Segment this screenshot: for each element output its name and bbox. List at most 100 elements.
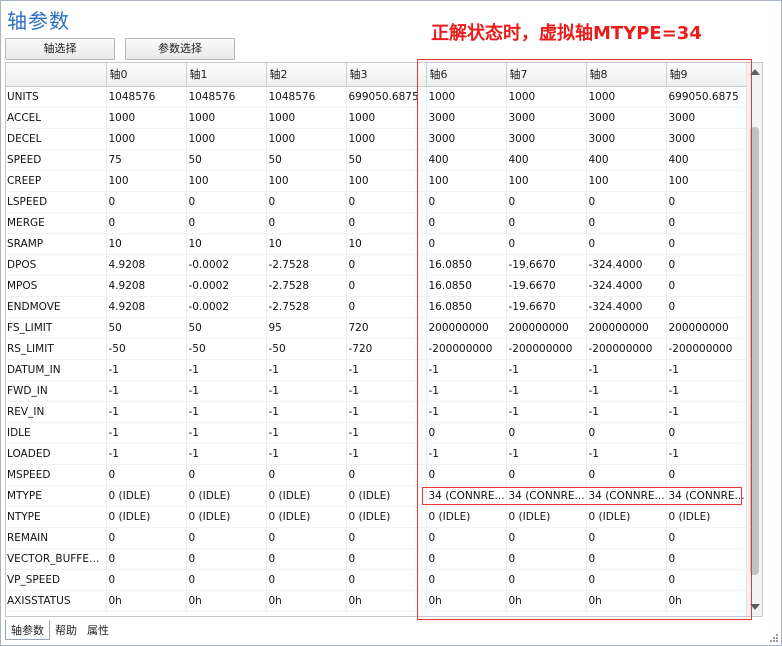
parameter-value-cell[interactable]: 0	[426, 569, 507, 591]
parameter-value-cell[interactable]: -1	[666, 443, 747, 465]
parameter-value-cell[interactable]: 0	[266, 569, 347, 591]
table-row[interactable]: NTYPE 0 (IDLE) 0 (IDLE) 0 (IDLE) 0 (IDLE) 0 (…	[6, 506, 747, 528]
tab-axis-params[interactable]: 轴参数	[5, 620, 50, 640]
parameter-value-cell[interactable]: -0.0002	[186, 254, 267, 276]
parameter-value-cell[interactable]: -19.6670	[506, 275, 587, 297]
parameter-value-cell[interactable]: -720	[346, 338, 427, 360]
parameter-value-cell[interactable]: -1	[266, 401, 347, 423]
parameter-value-cell[interactable]: -1	[186, 401, 267, 423]
parameter-value-cell[interactable]: 0	[506, 422, 587, 444]
parameter-value-cell[interactable]: -1	[186, 359, 267, 381]
parameter-value-cell[interactable]: 0	[586, 233, 667, 255]
parameter-value-cell[interactable]: 0 (IDLE)	[346, 506, 427, 528]
parameter-value-cell[interactable]: 100	[506, 170, 587, 192]
parameter-value-cell[interactable]: 0	[506, 233, 587, 255]
parameter-value-cell[interactable]: 0	[586, 464, 667, 486]
parameter-value-cell[interactable]: 0	[106, 527, 187, 549]
parameter-value-cell[interactable]: 0	[106, 464, 187, 486]
parameter-value-cell[interactable]: 0	[506, 212, 587, 234]
vertical-scrollbar[interactable]	[746, 63, 762, 616]
parameter-value-cell[interactable]: 0	[586, 527, 667, 549]
parameter-value-cell[interactable]: 0	[586, 422, 667, 444]
parameter-value-cell[interactable]: 3000	[506, 128, 587, 150]
parameter-value-cell[interactable]: 0	[506, 527, 587, 549]
parameter-value-cell[interactable]: -1	[346, 443, 427, 465]
parameter-value-cell[interactable]: -324.4000	[586, 275, 667, 297]
parameter-value-cell[interactable]: 0	[586, 191, 667, 213]
table-row[interactable]: MPOS 4.9208 -0.0002 -2.7528 0 16.0850 -19.6670…	[6, 275, 747, 297]
parameter-value-cell[interactable]: -1	[106, 380, 187, 402]
table-row[interactable]: ACCEL 1000 1000 1000 1000 3000 3000 3000 3000	[6, 107, 747, 129]
parameter-value-cell[interactable]: 0	[426, 464, 507, 486]
parameter-value-cell[interactable]: 1000	[106, 107, 187, 129]
parameter-value-cell[interactable]: -324.4000	[586, 254, 667, 276]
parameter-value-cell[interactable]: -1	[586, 359, 667, 381]
parameter-value-cell[interactable]: -1	[586, 380, 667, 402]
parameter-value-cell[interactable]: 0 (IDLE)	[106, 485, 187, 507]
parameter-value-cell[interactable]: -19.6670	[506, 296, 587, 318]
parameter-value-cell[interactable]: 0	[266, 548, 347, 570]
parameter-value-cell[interactable]: -50	[266, 338, 347, 360]
parameter-value-cell[interactable]: 0	[666, 191, 747, 213]
parameter-value-cell[interactable]: -1	[506, 359, 587, 381]
parameter-value-cell[interactable]: 0 (IDLE)	[346, 485, 427, 507]
parameter-value-cell[interactable]: -1	[426, 443, 507, 465]
column-header-axis[interactable]: 轴0	[106, 63, 187, 87]
table-row[interactable]: AXISSTATUS 0h 0h 0h 0h 0h 0h 0h 0h	[6, 590, 747, 612]
parameter-value-cell[interactable]: 0h	[666, 590, 747, 612]
parameter-value-cell[interactable]: -200000000	[666, 338, 747, 360]
parameter-value-cell[interactable]: 0	[426, 233, 507, 255]
parameter-value-cell[interactable]: 0	[186, 212, 267, 234]
parameter-value-cell[interactable]: 0	[666, 212, 747, 234]
parameter-value-cell[interactable]: 0	[666, 275, 747, 297]
parameter-value-cell[interactable]: 0 (IDLE)	[426, 506, 507, 528]
parameter-value-cell[interactable]: 1000	[266, 107, 347, 129]
parameter-value-cell[interactable]: 0	[106, 191, 187, 213]
parameter-value-cell[interactable]: 50	[186, 317, 267, 339]
parameter-value-cell[interactable]: 0	[666, 422, 747, 444]
parameter-value-cell[interactable]: 0 (IDLE)	[106, 506, 187, 528]
parameter-value-cell[interactable]: 400	[666, 149, 747, 171]
parameter-value-cell[interactable]: -50	[186, 338, 267, 360]
parameter-value-cell[interactable]: -1	[266, 443, 347, 465]
parameter-value-cell[interactable]: 0	[506, 548, 587, 570]
parameter-value-cell[interactable]: -19.6670	[506, 254, 587, 276]
parameter-value-cell[interactable]: 0	[266, 527, 347, 549]
tab-properties[interactable]: 属性	[82, 620, 114, 640]
table-row[interactable]: LOADED -1 -1 -1 -1 -1 -1 -1 -1	[6, 443, 747, 465]
parameter-value-cell[interactable]: -1	[346, 359, 427, 381]
table-row[interactable]: SRAMP 10 10 10 10 0 0 0 0	[6, 233, 747, 255]
parameter-value-cell[interactable]: -0.0002	[186, 296, 267, 318]
parameter-value-cell[interactable]: -1	[346, 401, 427, 423]
parameter-value-cell[interactable]: 0	[346, 548, 427, 570]
parameter-value-cell[interactable]: 1000	[586, 86, 667, 108]
table-row[interactable]: REV_IN -1 -1 -1 -1 -1 -1 -1 -1	[6, 401, 747, 423]
parameter-value-cell[interactable]: 50	[186, 149, 267, 171]
parameter-value-cell[interactable]: -1	[346, 422, 427, 444]
parameter-value-cell[interactable]: 4.9208	[106, 275, 187, 297]
parameter-value-cell[interactable]: -1	[426, 401, 507, 423]
parameter-value-cell[interactable]: 3000	[586, 128, 667, 150]
table-row[interactable]: MTYPE 0 (IDLE) 0 (IDLE) 0 (IDLE) 0 (IDLE) 34 …	[6, 485, 747, 507]
parameter-value-cell[interactable]: 3000	[426, 107, 507, 129]
table-row[interactable]: UNITS 1048576 1048576 1048576 699050.6875 100…	[6, 86, 747, 108]
parameter-value-cell[interactable]: 100	[186, 170, 267, 192]
table-row[interactable]: VECTOR_BUFFERED 0 0 0 0 0 0 0 0	[6, 548, 747, 570]
table-row[interactable]: VP_SPEED 0 0 0 0 0 0 0 0	[6, 569, 747, 591]
parameter-value-cell[interactable]: 1000	[186, 107, 267, 129]
parameter-value-cell[interactable]: 3000	[586, 107, 667, 129]
parameter-value-cell[interactable]: 10	[266, 233, 347, 255]
parameter-value-cell[interactable]: 0	[506, 569, 587, 591]
parameter-value-cell[interactable]: -1	[106, 422, 187, 444]
parameter-value-cell[interactable]: -1	[106, 443, 187, 465]
parameter-value-cell[interactable]: 0	[666, 569, 747, 591]
parameter-value-cell[interactable]: -200000000	[426, 338, 507, 360]
parameter-value-cell[interactable]: 95	[266, 317, 347, 339]
parameter-value-cell[interactable]: 0	[186, 548, 267, 570]
parameter-value-cell[interactable]: 0 (IDLE)	[506, 506, 587, 528]
scroll-up-arrow-icon[interactable]	[750, 69, 760, 75]
parameter-value-cell[interactable]: 0	[186, 527, 267, 549]
column-header-axis[interactable]: 轴8	[586, 63, 667, 87]
table-row[interactable]: FWD_IN -1 -1 -1 -1 -1 -1 -1 -1	[6, 380, 747, 402]
parameter-value-cell[interactable]: 200000000	[666, 317, 747, 339]
